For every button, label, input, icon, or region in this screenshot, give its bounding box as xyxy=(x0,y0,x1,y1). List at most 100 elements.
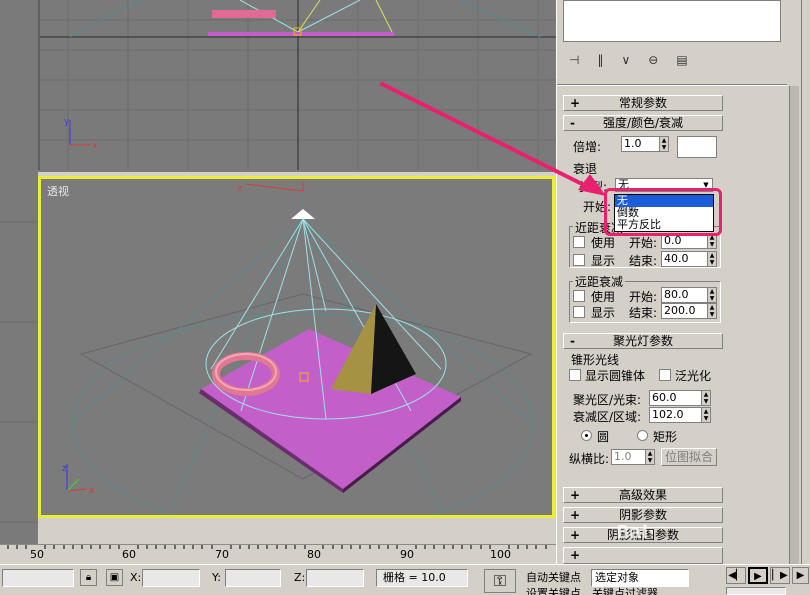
panel-right-edge xyxy=(801,0,810,564)
ruler-tick: 90 xyxy=(400,548,414,561)
key-filters-button[interactable]: 关键点过滤器... xyxy=(592,585,669,595)
ruler-tick: 60 xyxy=(122,548,136,561)
light-color-swatch[interactable] xyxy=(677,136,717,158)
time-ruler[interactable]: 50 60 70 80 90 100 xyxy=(0,544,556,564)
top-axis-gizmo: y x xyxy=(64,117,98,151)
rollout-spotlight[interactable]: - 聚光灯参数 xyxy=(563,333,723,349)
multiplier-spinner[interactable]: ▲ ▼ xyxy=(659,136,669,152)
rollout-next[interactable]: + xyxy=(563,547,723,564)
rollout-general[interactable]: + 常规参数 xyxy=(563,95,723,111)
hotspot-field[interactable]: 60.0 xyxy=(649,390,701,406)
prompt-field xyxy=(2,569,74,587)
near-show-checkbox[interactable] xyxy=(573,254,585,266)
modifier-stack-list[interactable] xyxy=(563,0,781,42)
top-viewport-frame: y x xyxy=(38,0,556,170)
far-start-field[interactable]: 80.0 xyxy=(661,287,707,303)
play-icon[interactable]: ▶ xyxy=(748,567,768,584)
rectangle-radio[interactable] xyxy=(637,430,648,441)
goto-end-icon[interactable]: ▶ xyxy=(792,567,809,584)
show-cone-label: 显示圆锥体 xyxy=(585,369,646,383)
top-axis-x-label: x xyxy=(92,141,98,151)
set-key-button[interactable]: 设置关键点 xyxy=(526,585,581,595)
prev-frame-icon[interactable]: ◀▏ xyxy=(726,567,746,584)
command-panel: ⊣ ‖ ∨ ⊖ ▤ + 常规参数 - 强度/颜色/衰减 倍增: 1.0 ▲ ▼ 衰… xyxy=(556,0,810,564)
ruler-tick: 70 xyxy=(215,548,229,561)
grid-field: 栅格 = 10.0 xyxy=(376,569,468,587)
near-end-field[interactable]: 40.0 xyxy=(661,251,707,267)
rollout-advanced[interactable]: + 高级效果 xyxy=(563,487,723,503)
perspective-viewport[interactable]: 透视 x z x xyxy=(38,176,555,518)
frame-field[interactable] xyxy=(726,587,786,595)
pin-stack-icon[interactable]: ⊣ xyxy=(569,53,579,67)
annotation-highlight xyxy=(604,188,722,236)
rectangle-label: 矩形 xyxy=(653,430,678,444)
far-show-label: 显示 xyxy=(591,306,616,320)
top-axis-y-label: y xyxy=(64,117,70,127)
far-use-label: 使用 xyxy=(591,290,616,304)
y-coord-field[interactable] xyxy=(225,569,281,587)
far-end-label: 结束: xyxy=(629,306,658,320)
bitmap-fit-button[interactable]: 位图拟合 xyxy=(661,448,717,466)
rollout-intensity[interactable]: - 强度/颜色/衰减 xyxy=(563,115,723,131)
rollout-shadow[interactable]: + 阴影参数 xyxy=(563,507,723,523)
near-use-checkbox[interactable] xyxy=(573,236,585,248)
far-end-field[interactable]: 200.0 xyxy=(661,303,707,319)
far-start-label: 开始: xyxy=(629,290,658,304)
lock-selection-icon[interactable]: 🔒︎ xyxy=(80,569,97,586)
panel-scrollbar[interactable] xyxy=(789,86,799,564)
aspect-field[interactable]: 1.0 xyxy=(611,449,645,465)
next-frame-icon[interactable]: ▏▶ xyxy=(770,567,790,584)
multiplier-field[interactable]: 1.0 xyxy=(621,136,659,152)
overshoot-checkbox[interactable] xyxy=(659,369,671,381)
top-viewport-canvas: y x xyxy=(40,0,556,170)
decay-group-title: 衰退 xyxy=(573,162,598,176)
auto-key-button[interactable]: 自动关键点 xyxy=(526,569,581,585)
circle-label: 圆 xyxy=(597,430,610,444)
far-use-checkbox[interactable] xyxy=(573,290,585,302)
persp-axis-gizmo: z x xyxy=(62,464,95,496)
viewport-label[interactable]: 透视 xyxy=(47,183,69,199)
hotspot-spinner[interactable]: ▲ ▼ xyxy=(701,390,711,406)
aspect-spinner[interactable]: ▲ ▼ xyxy=(645,449,655,465)
near-use-label: 使用 xyxy=(591,236,616,250)
circle-radio[interactable] xyxy=(581,430,592,441)
hotspot-label: 聚光区/光束: xyxy=(573,393,642,407)
ruler-tick: 100 xyxy=(490,548,511,561)
far-show-checkbox[interactable] xyxy=(573,306,585,318)
show-cone-checkbox[interactable] xyxy=(569,369,581,381)
multiplier-label: 倍增: xyxy=(573,140,602,154)
ruler-tick: 80 xyxy=(307,548,321,561)
far-start-spinner[interactable]: ▲ ▼ xyxy=(707,287,717,303)
near-end-spinner[interactable]: ▲ ▼ xyxy=(707,251,717,267)
status-bar: 🔒︎ ▣ X: Y: Z: 栅格 = 10.0 ⚿ 自动关键点 选定对象 设置关… xyxy=(0,564,810,595)
near-start-label: 开始: xyxy=(629,236,658,250)
falloff-label: 衰减区/区域: xyxy=(573,410,642,424)
spotlight-icon: x xyxy=(237,182,315,219)
make-unique-icon[interactable]: ∨ xyxy=(621,53,630,67)
perspective-canvas: x z x xyxy=(62,182,534,515)
key-mode-icon[interactable]: ⚿ xyxy=(484,569,516,593)
top-viewport[interactable]: y x xyxy=(0,0,556,172)
show-end-result-icon[interactable]: ‖ xyxy=(597,53,603,67)
ruler-tick: 50 xyxy=(30,548,44,561)
configure-sets-icon[interactable]: ▤ xyxy=(676,53,687,67)
aspect-label: 纵横比: xyxy=(569,452,610,466)
remove-modifier-icon[interactable]: ⊖ xyxy=(648,53,658,67)
x-coord-label: X: xyxy=(130,571,142,584)
light-axis-x-label: x xyxy=(237,184,243,194)
x-coord-field[interactable] xyxy=(142,569,200,587)
persp-axis-z-label: z xyxy=(62,464,67,474)
stack-toolbar: ⊣ ‖ ∨ ⊖ ▤ xyxy=(563,48,781,72)
left-viewport-edge xyxy=(0,172,38,544)
z-coord-label: Z: xyxy=(294,571,306,584)
watermark-logo: Bai∙ xyxy=(616,522,655,543)
persp-axis-x-label: x xyxy=(89,486,95,496)
near-show-label: 显示 xyxy=(591,254,616,268)
far-end-spinner[interactable]: ▲ ▼ xyxy=(707,303,717,319)
falloff-spinner[interactable]: ▲ ▼ xyxy=(701,407,711,423)
z-coord-field[interactable] xyxy=(306,569,364,587)
cone-group-title: 锥形光线 xyxy=(571,353,620,367)
absolute-mode-icon[interactable]: ▣ xyxy=(106,569,123,586)
overshoot-label: 泛光化 xyxy=(675,369,712,383)
falloff-field[interactable]: 102.0 xyxy=(649,407,701,423)
